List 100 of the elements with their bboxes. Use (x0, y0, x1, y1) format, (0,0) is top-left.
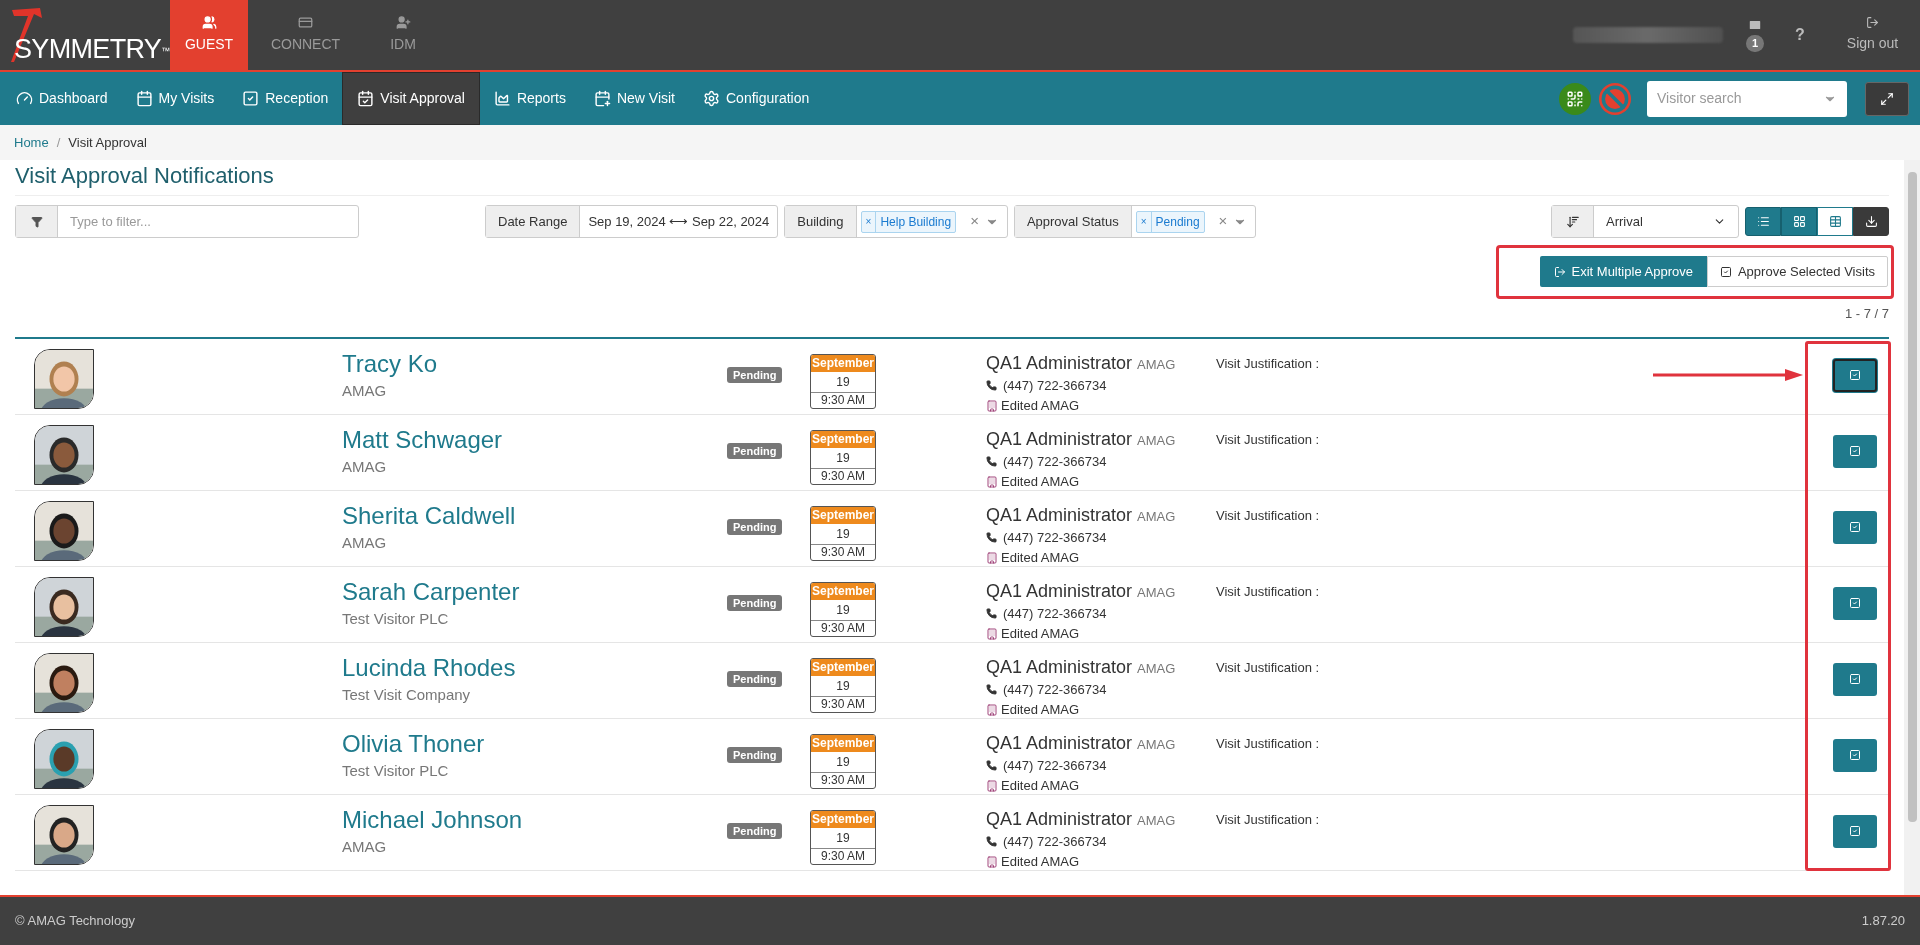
module-tab[interactable]: CONNECT (248, 0, 363, 70)
building-icon (986, 703, 998, 716)
download-view-button[interactable] (1853, 207, 1889, 236)
checkbox-icon (1849, 673, 1861, 685)
phone-icon (986, 760, 997, 771)
expand-icon (1880, 91, 1894, 106)
nav-tab[interactable]: Reports (479, 72, 580, 125)
date-calendar: September 19 9:30 AM (810, 581, 876, 637)
status-badge: Pending (727, 518, 783, 535)
breadcrumb-current: Visit Approval (68, 133, 147, 152)
visitor-company: AMAG (342, 380, 388, 401)
host-name: QA1 Administrator AMAG (986, 731, 1177, 755)
building-icon (986, 855, 998, 868)
host-location: Edited AMAG (986, 547, 1216, 568)
justification-label: Visit Justification : (1216, 658, 1320, 677)
visitor-name[interactable]: Sarah Carpenter (342, 576, 727, 607)
grid-view-button[interactable] (1781, 207, 1817, 236)
table-view-button[interactable] (1817, 207, 1853, 236)
host-phone: (447) 722-366734 (986, 603, 1216, 624)
filter-tag[interactable]: × Pending (1135, 210, 1205, 233)
host-phone: (447) 722-366734 (986, 375, 1216, 396)
version: 1.87.20 (1861, 912, 1905, 931)
host-location: Edited AMAG (986, 851, 1216, 872)
phone-icon (986, 380, 997, 391)
calendar-icon (135, 90, 153, 107)
status-badge: Pending (727, 366, 783, 383)
qr-code-icon[interactable] (1559, 82, 1591, 115)
date-calendar: September 19 9:30 AM (810, 657, 876, 713)
host-name: QA1 Administrator AMAG (986, 427, 1177, 451)
approve-selected-button[interactable]: Approve Selected Visits (1706, 256, 1888, 287)
phone-icon (986, 836, 997, 847)
breadcrumb-separator: / (56, 133, 61, 152)
host-name: QA1 Administrator AMAG (986, 579, 1177, 603)
module-tab[interactable]: GUEST (170, 0, 248, 70)
checkbox-icon (1719, 265, 1732, 278)
visitor-name[interactable]: Lucinda Rhodes (342, 652, 727, 683)
checkbox-icon (1849, 597, 1861, 609)
justification-label: Visit Justification : (1216, 506, 1320, 525)
calendar-icon (593, 90, 611, 107)
visitor-name[interactable]: Tracy Ko (342, 348, 727, 379)
host-location: Edited AMAG (986, 699, 1216, 720)
phone-icon (986, 532, 997, 543)
visitor-company: Test Visit Company (342, 684, 472, 705)
nav-tab[interactable]: Dashboard (2, 72, 122, 125)
sort-select[interactable]: Arrival (1551, 205, 1739, 238)
calendar-icon (357, 90, 375, 107)
list-view-button[interactable] (1745, 207, 1781, 236)
host-location: Edited AMAG (986, 775, 1216, 796)
nav-tab[interactable]: My Visits (121, 72, 229, 125)
visitor-name[interactable]: Olivia Thoner (342, 728, 727, 759)
host-phone: (447) 722-366734 (986, 831, 1216, 852)
visitor-name[interactable]: Matt Schwager (342, 424, 727, 455)
download-icon (1864, 215, 1878, 228)
visitor-company: Test Visitor PLC (342, 760, 450, 781)
building-icon (986, 627, 998, 640)
phone-icon (986, 684, 997, 695)
breadcrumb-link[interactable]: Home (14, 132, 49, 153)
help-button[interactable]: ? (1775, 0, 1825, 70)
list-icon (1756, 215, 1770, 228)
filter-tag[interactable]: × Help Building (860, 210, 957, 233)
host-phone: (447) 722-366734 (986, 527, 1216, 548)
host-name: QA1 Administrator AMAG (986, 807, 1177, 831)
phone-icon (986, 456, 997, 467)
visitor-name[interactable]: Sherita Caldwell (342, 500, 727, 531)
clear-button[interactable]: × (970, 210, 979, 233)
checkbox-icon (1849, 521, 1861, 533)
host-location: Edited AMAG (986, 623, 1216, 644)
host-name: QA1 Administrator AMAG (986, 655, 1177, 679)
filter-icon (30, 215, 43, 228)
user-plus-icon (395, 15, 411, 30)
justification-label: Visit Justification : (1216, 582, 1320, 601)
justification-label: Visit Justification : (1216, 734, 1320, 753)
fullscreen-button[interactable] (1865, 81, 1909, 116)
visitor-name[interactable]: Michael Johnson (342, 804, 727, 835)
nav-tab[interactable]: New Visit (579, 72, 689, 125)
checkbox-icon (1849, 749, 1861, 761)
date-calendar: September 19 9:30 AM (810, 809, 876, 865)
visitor-search-field[interactable]: Visitor search (1647, 80, 1847, 117)
date-calendar: September 19 9:30 AM (810, 429, 876, 485)
sign-out-button[interactable]: Sign out (1825, 0, 1920, 70)
select-label: Approval Status (1014, 206, 1132, 237)
grid-icon (1792, 215, 1806, 228)
exit-multiple-approve-button[interactable]: Exit Multiple Approve (1539, 256, 1707, 287)
nav-tab[interactable]: Configuration (689, 72, 824, 125)
approve-button[interactable] (1833, 358, 1877, 392)
visitor-company: Test Visitor PLC (342, 608, 450, 629)
module-tab[interactable]: IDM (363, 0, 443, 70)
clear-button[interactable]: × (1218, 210, 1228, 233)
date-calendar: September 19 9:30 AM (810, 733, 876, 789)
visitor-company: AMAG (342, 532, 388, 553)
justification-label: Visit Justification : (1216, 354, 1320, 373)
sort-icon (1565, 214, 1580, 229)
visitor-company: AMAG (342, 836, 388, 857)
nav-tab[interactable]: Visit Approval (342, 72, 480, 125)
filter-field[interactable]: Type to filter... (15, 205, 359, 238)
area-chart-icon (493, 90, 511, 107)
status-badge: Pending (727, 822, 783, 839)
nav-tab[interactable]: Reception (228, 72, 343, 125)
people-icon (201, 15, 217, 30)
card-icon (298, 15, 313, 30)
